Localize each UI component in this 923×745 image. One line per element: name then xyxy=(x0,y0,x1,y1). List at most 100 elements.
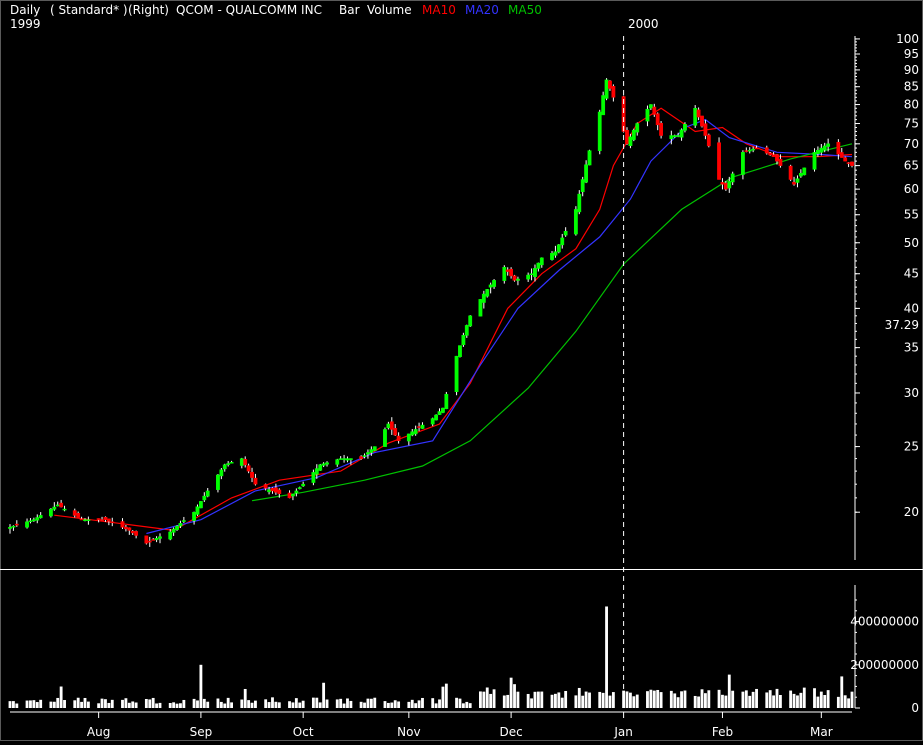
volume-bar xyxy=(489,693,493,708)
candle-body xyxy=(420,424,425,429)
volume-bar xyxy=(724,695,728,708)
candle-body xyxy=(25,521,29,528)
volume-bar xyxy=(632,696,636,708)
candle-body xyxy=(151,539,156,541)
candle-body xyxy=(369,449,374,453)
volume-bar xyxy=(625,691,629,708)
volume-bar xyxy=(80,701,84,708)
candle-body xyxy=(127,527,132,531)
volume-bar xyxy=(680,691,683,708)
volume-bar xyxy=(366,698,370,708)
candle-body xyxy=(625,130,629,145)
candle-body xyxy=(106,518,111,522)
volume-bar xyxy=(158,702,162,708)
stock-chart: Daily ( Standard* ) (Right) QCOM - QUALC… xyxy=(0,0,923,741)
volume-bar xyxy=(509,677,513,708)
candle-body xyxy=(229,462,234,464)
volume-bar xyxy=(182,699,186,708)
volume-bar xyxy=(104,699,107,708)
candle-body xyxy=(676,135,681,137)
volume-bar xyxy=(393,700,397,708)
volume-bar xyxy=(465,701,469,708)
candle-body xyxy=(560,237,565,246)
candle-body xyxy=(509,268,514,277)
header-period: Daily xyxy=(10,3,40,17)
candle-body xyxy=(795,178,800,183)
volume-bar xyxy=(226,697,230,708)
legend-ma10: MA10 xyxy=(422,3,456,17)
candle-body xyxy=(31,519,36,522)
volume-bar xyxy=(363,702,366,708)
volume-bar xyxy=(373,697,377,708)
candle-body xyxy=(294,490,299,494)
volume-bar xyxy=(629,692,632,708)
candle-body xyxy=(239,458,244,466)
candle-body xyxy=(481,293,486,303)
candle-body xyxy=(263,484,268,489)
volume-bar xyxy=(199,664,203,708)
candle-body xyxy=(134,531,139,536)
candle-body xyxy=(529,273,534,275)
volume-bar xyxy=(659,692,663,708)
volume-bar xyxy=(277,702,281,708)
volume-bar xyxy=(468,703,472,708)
candle-body xyxy=(83,519,87,521)
volume-bar xyxy=(100,698,104,708)
volume-bar xyxy=(264,699,268,708)
candle-body xyxy=(430,418,435,425)
candle-body xyxy=(202,495,207,501)
candle-body xyxy=(49,508,53,517)
candle-body xyxy=(611,86,616,98)
volume-bar xyxy=(192,698,196,708)
candle-body xyxy=(62,508,67,511)
volume-bar xyxy=(584,691,588,708)
candle-body xyxy=(604,79,609,99)
candle-body xyxy=(458,345,462,357)
candle-body xyxy=(441,407,445,413)
candle-body xyxy=(314,468,319,475)
volume-bar xyxy=(97,703,101,708)
volume-bar xyxy=(744,690,748,708)
volume-bar xyxy=(288,701,291,708)
candle-body xyxy=(79,518,84,521)
candle-body xyxy=(11,525,16,528)
volume-bar xyxy=(32,700,36,708)
volume-bar xyxy=(703,693,707,708)
volume-bar xyxy=(577,687,581,708)
chart-svg: Daily ( Standard* ) (Right) QCOM - QUALC… xyxy=(0,0,923,741)
volume-bar xyxy=(557,692,561,708)
last-price-label: 37.29 xyxy=(885,318,919,332)
candle-body xyxy=(846,162,851,164)
volume-bar xyxy=(751,691,755,708)
volume-bar xyxy=(127,702,131,708)
candle-body xyxy=(556,244,561,253)
candle-body xyxy=(297,487,302,490)
price-tick-label: 60 xyxy=(904,182,919,196)
candle-body xyxy=(195,506,200,515)
volume-bar xyxy=(731,690,735,708)
candle-body xyxy=(741,152,745,175)
volume-bar xyxy=(121,699,124,708)
candle-body xyxy=(198,501,203,509)
volume-bar xyxy=(850,691,854,708)
candle-body xyxy=(362,455,367,457)
candle-body xyxy=(839,152,844,158)
candle-body xyxy=(798,172,803,177)
volume-bar xyxy=(693,695,697,708)
volume-bar xyxy=(342,703,346,708)
candle-body xyxy=(14,523,19,526)
volume-bar xyxy=(676,697,680,708)
date-tick-label: Jan xyxy=(613,725,633,739)
candle-body xyxy=(291,494,295,497)
candle-body xyxy=(775,154,779,162)
volume-bar xyxy=(216,698,220,708)
volume-bar xyxy=(223,703,227,708)
candle-body xyxy=(35,517,40,521)
candle-body xyxy=(250,471,254,478)
volume-bar xyxy=(124,698,128,708)
legend-ma50: MA50 xyxy=(508,3,542,17)
volume-bar xyxy=(826,690,830,708)
volume-bar xyxy=(172,702,176,708)
candle-body xyxy=(727,181,732,189)
candle-body xyxy=(396,435,401,442)
